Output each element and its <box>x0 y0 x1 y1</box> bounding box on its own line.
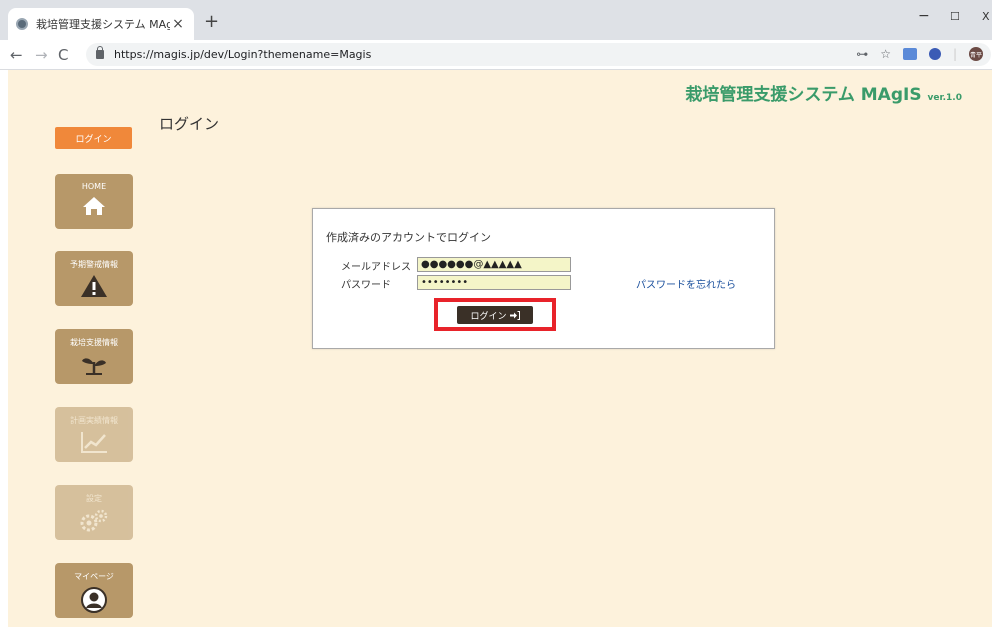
url-omnibox[interactable]: https://magis.jp/dev/Login?themename=Mag… <box>86 43 991 66</box>
password-field[interactable]: •••••••• <box>417 275 571 290</box>
forgot-password-link[interactable]: パスワードを忘れたら <box>636 276 736 291</box>
login-form: 作成済みのアカウントでログイン メールアドレス ●●●●●●@▲▲▲▲▲ パスワ… <box>312 208 775 349</box>
new-tab-button[interactable]: + <box>204 13 219 31</box>
tab-close-icon[interactable]: × <box>170 16 186 32</box>
email-label: メールアドレス <box>341 262 411 273</box>
sidebar-item-home[interactable]: HOME <box>55 174 133 229</box>
password-label: パスワード <box>341 280 391 291</box>
minimize-button[interactable]: − <box>918 8 930 24</box>
login-button-label: ログイン <box>470 311 507 322</box>
sidebar-item-cultivation[interactable]: 栽培支援情報 <box>55 329 133 384</box>
sidebar-item-warning[interactable]: 予期警戒情報 <box>55 251 133 306</box>
home-icon <box>83 197 105 215</box>
back-arrow-icon[interactable]: ← <box>10 46 23 64</box>
sidebar-item-plan[interactable]: 計画実績情報 <box>55 407 133 462</box>
sidebar-login-tab[interactable]: ログイン <box>55 127 132 149</box>
sidebar-item-label: マイページ <box>74 572 114 581</box>
maximize-button[interactable]: ☐ <box>950 10 960 23</box>
brand-version: ver.1.0 <box>927 93 963 103</box>
page-content: 栽培管理支援システム MAgIS ver.1.0 ログイン ログイン HOME … <box>8 70 992 627</box>
translate-extension-icon[interactable] <box>902 48 917 60</box>
star-icon[interactable]: ☆ <box>880 47 891 61</box>
sidebar-item-label: 予期警戒情報 <box>70 260 118 269</box>
login-button-highlight: ログイン <box>434 298 556 331</box>
key-icon[interactable]: ⊶ <box>856 47 868 61</box>
close-window-button[interactable]: X <box>982 10 990 23</box>
sidebar-item-label: HOME <box>81 182 107 191</box>
chart-icon <box>81 432 107 453</box>
url-text[interactable]: https://magis.jp/dev/Login?themename=Mag… <box>114 48 371 61</box>
sidebar-item-mypage[interactable]: マイページ <box>55 563 133 618</box>
user-icon <box>81 587 107 613</box>
shield-extension-icon[interactable] <box>928 48 941 60</box>
address-bar: ← → C https://magis.jp/dev/Login?themena… <box>0 40 992 70</box>
plant-icon <box>82 358 106 375</box>
brand-title: 栽培管理支援システム MAgIS ver.1.0 <box>685 80 962 105</box>
brand-name: 栽培管理支援システム MAgIS <box>685 85 922 105</box>
login-form-title: 作成済みのアカウントでログイン <box>326 231 491 244</box>
sidebar-item-settings[interactable]: 設定 <box>55 485 133 540</box>
toolbar-divider: | <box>952 47 957 61</box>
reload-icon[interactable]: C <box>58 46 68 64</box>
sign-in-icon <box>509 310 520 320</box>
sidebar-item-label: 計画実績情報 <box>70 416 118 425</box>
tab-title: 栽培管理支援システム MAgIS <box>36 18 170 31</box>
lock-icon <box>96 46 104 59</box>
site-favicon-icon <box>16 18 28 30</box>
email-field[interactable]: ●●●●●●@▲▲▲▲▲ <box>417 257 571 272</box>
profile-avatar[interactable]: 青平 <box>969 47 983 61</box>
warning-icon <box>81 275 107 297</box>
sidebar-item-label: 設定 <box>86 494 102 503</box>
sidebar-item-label: 栽培支援情報 <box>70 338 118 347</box>
browser-tab[interactable]: 栽培管理支援システム MAgIS × <box>8 8 194 40</box>
page-title: ログイン <box>159 115 220 133</box>
login-button[interactable]: ログイン <box>457 306 533 324</box>
forward-arrow-icon[interactable]: → <box>35 46 48 64</box>
gear-icon <box>80 509 108 532</box>
browser-tab-bar: 栽培管理支援システム MAgIS × + − ☐ X <box>0 0 992 40</box>
